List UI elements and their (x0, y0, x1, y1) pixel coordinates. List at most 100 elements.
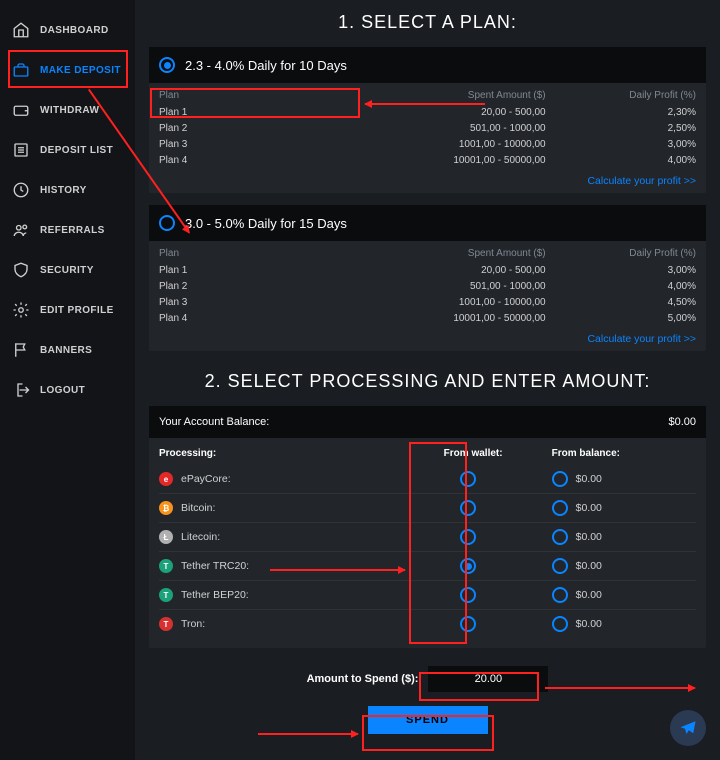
processing-row: TTron: $0.00 (159, 610, 696, 638)
table-row: Plan 120,00 - 500,003,00% (159, 263, 696, 279)
step2-heading: 2. SELECT PROCESSING AND ENTER AMOUNT: (149, 363, 706, 406)
sidebar-item-label: REFERRALS (40, 225, 105, 236)
sidebar-item-label: SECURITY (40, 265, 94, 276)
proc-name: TTether TRC20: (159, 559, 401, 573)
table-row: Plan 2501,00 - 1000,004,00% (159, 279, 696, 295)
proc-name: TTron: (159, 617, 401, 631)
telegram-button[interactable] (670, 710, 706, 746)
proc-name: eePayCore: (159, 472, 401, 486)
from-wallet-radio[interactable] (460, 587, 476, 603)
processing-block: Your Account Balance: $0.00 Processing: … (149, 406, 706, 648)
processing-row: ₿Bitcoin: $0.00 (159, 494, 696, 523)
sidebar-item-withdraw[interactable]: WITHDRAW (0, 90, 135, 130)
table-row: Plan 2501,00 - 1000,002,50% (159, 121, 696, 137)
sidebar-item-make-deposit[interactable]: MAKE DEPOSIT (0, 50, 135, 90)
col-header-profit: Daily Profit (%) (546, 88, 696, 104)
sidebar-item-referrals[interactable]: REFERRALS (0, 210, 135, 250)
step1-heading: 1. SELECT A PLAN: (149, 4, 706, 47)
table-row: Plan 410001,00 - 50000,004,00% (159, 153, 696, 169)
processing-headers: Processing: From wallet: From balance: (159, 444, 696, 465)
sidebar-item-label: DEPOSIT LIST (40, 145, 113, 156)
plan-block-2: 3.0 - 5.0% Daily for 15 Days Plan Spent … (149, 205, 706, 351)
balance-amount: $0.00 (576, 618, 602, 630)
balance-amount: $0.00 (576, 589, 602, 601)
currency-icon: T (159, 588, 173, 602)
from-wallet-radio[interactable] (460, 616, 476, 632)
from-wallet-radio[interactable] (460, 558, 476, 574)
balance-value: $0.00 (668, 416, 696, 428)
shield-icon (12, 261, 30, 279)
plan-select-2[interactable]: 3.0 - 5.0% Daily for 15 Days (149, 205, 706, 241)
table-row: Plan 410001,00 - 50000,005,00% (159, 311, 696, 327)
sidebar-item-label: DASHBOARD (40, 25, 109, 36)
plan-table: Plan Spent Amount ($) Daily Profit (%) P… (149, 241, 706, 333)
from-balance-radio[interactable] (552, 529, 568, 545)
currency-icon: T (159, 559, 173, 573)
sidebar-item-label: MAKE DEPOSIT (40, 65, 121, 76)
from-wallet-radio[interactable] (460, 500, 476, 516)
calculate-profit-link[interactable]: Calculate your profit >> (149, 175, 706, 193)
currency-icon: T (159, 617, 173, 631)
sidebar-item-edit-profile[interactable]: EDIT PROFILE (0, 290, 135, 330)
flag-icon (12, 341, 30, 359)
balance-amount: $0.00 (576, 502, 602, 514)
sidebar-item-label: HISTORY (40, 185, 87, 196)
users-icon (12, 221, 30, 239)
balance-amount: $0.00 (576, 531, 602, 543)
sidebar-item-logout[interactable]: LOGOUT (0, 370, 135, 410)
processing-row: TTether TRC20: $0.00 (159, 552, 696, 581)
logout-icon (12, 381, 30, 399)
clock-icon (12, 181, 30, 199)
sidebar-item-dashboard[interactable]: DASHBOARD (0, 10, 135, 50)
balance-amount: $0.00 (576, 473, 602, 485)
calculate-profit-link[interactable]: Calculate your profit >> (149, 333, 706, 351)
currency-icon: Ł (159, 530, 173, 544)
proc-name: TTether BEP20: (159, 588, 401, 602)
radio-icon (159, 57, 175, 73)
from-balance-radio[interactable] (552, 587, 568, 603)
account-balance-row: Your Account Balance: $0.00 (149, 406, 706, 438)
plan-title: 2.3 - 4.0% Daily for 10 Days (185, 58, 347, 73)
wallet-icon (12, 101, 30, 119)
balance-label: Your Account Balance: (159, 416, 668, 428)
telegram-icon (679, 719, 697, 737)
sidebar-item-history[interactable]: HISTORY (0, 170, 135, 210)
amount-input[interactable] (428, 666, 548, 692)
col-header-plan: Plan (159, 88, 309, 104)
plan-block-1: 2.3 - 4.0% Daily for 10 Days Plan Spent … (149, 47, 706, 193)
list-icon (12, 141, 30, 159)
from-balance-radio[interactable] (552, 500, 568, 516)
sidebar-item-label: EDIT PROFILE (40, 305, 114, 316)
processing-row: TTether BEP20: $0.00 (159, 581, 696, 610)
from-wallet-radio[interactable] (460, 529, 476, 545)
plan-table: Plan Spent Amount ($) Daily Profit (%) P… (149, 83, 706, 175)
processing-row: ŁLitecoin: $0.00 (159, 523, 696, 552)
briefcase-icon (12, 61, 30, 79)
sidebar-item-label: LOGOUT (40, 385, 85, 396)
sidebar-item-banners[interactable]: BANNERS (0, 330, 135, 370)
sidebar-item-deposit-list[interactable]: DEPOSIT LIST (0, 130, 135, 170)
proc-name: ŁLitecoin: (159, 530, 401, 544)
plan-select-1[interactable]: 2.3 - 4.0% Daily for 10 Days (149, 47, 706, 83)
plan-title: 3.0 - 5.0% Daily for 15 Days (185, 216, 347, 231)
proc-name: ₿Bitcoin: (159, 501, 401, 515)
from-balance-radio[interactable] (552, 616, 568, 632)
table-row: Plan 31001,00 - 10000,004,50% (159, 295, 696, 311)
radio-icon (159, 215, 175, 231)
from-wallet-radio[interactable] (460, 471, 476, 487)
balance-amount: $0.00 (576, 560, 602, 572)
sidebar: DASHBOARD MAKE DEPOSIT WITHDRAW DEPOSIT … (0, 0, 135, 760)
from-balance-radio[interactable] (552, 471, 568, 487)
amount-label: Amount to Spend ($): (307, 673, 419, 685)
main-content: 1. SELECT A PLAN: 2.3 - 4.0% Daily for 1… (135, 0, 720, 760)
sidebar-item-security[interactable]: SECURITY (0, 250, 135, 290)
gear-icon (12, 301, 30, 319)
from-balance-radio[interactable] (552, 558, 568, 574)
table-row: Plan 120,00 - 500,002,30% (159, 105, 696, 121)
currency-icon: ₿ (159, 501, 173, 515)
col-header-amount: Spent Amount ($) (309, 88, 545, 104)
home-icon (12, 21, 30, 39)
sidebar-item-label: BANNERS (40, 345, 92, 356)
spend-button[interactable]: SPEND (368, 706, 488, 734)
processing-row: eePayCore: $0.00 (159, 465, 696, 494)
